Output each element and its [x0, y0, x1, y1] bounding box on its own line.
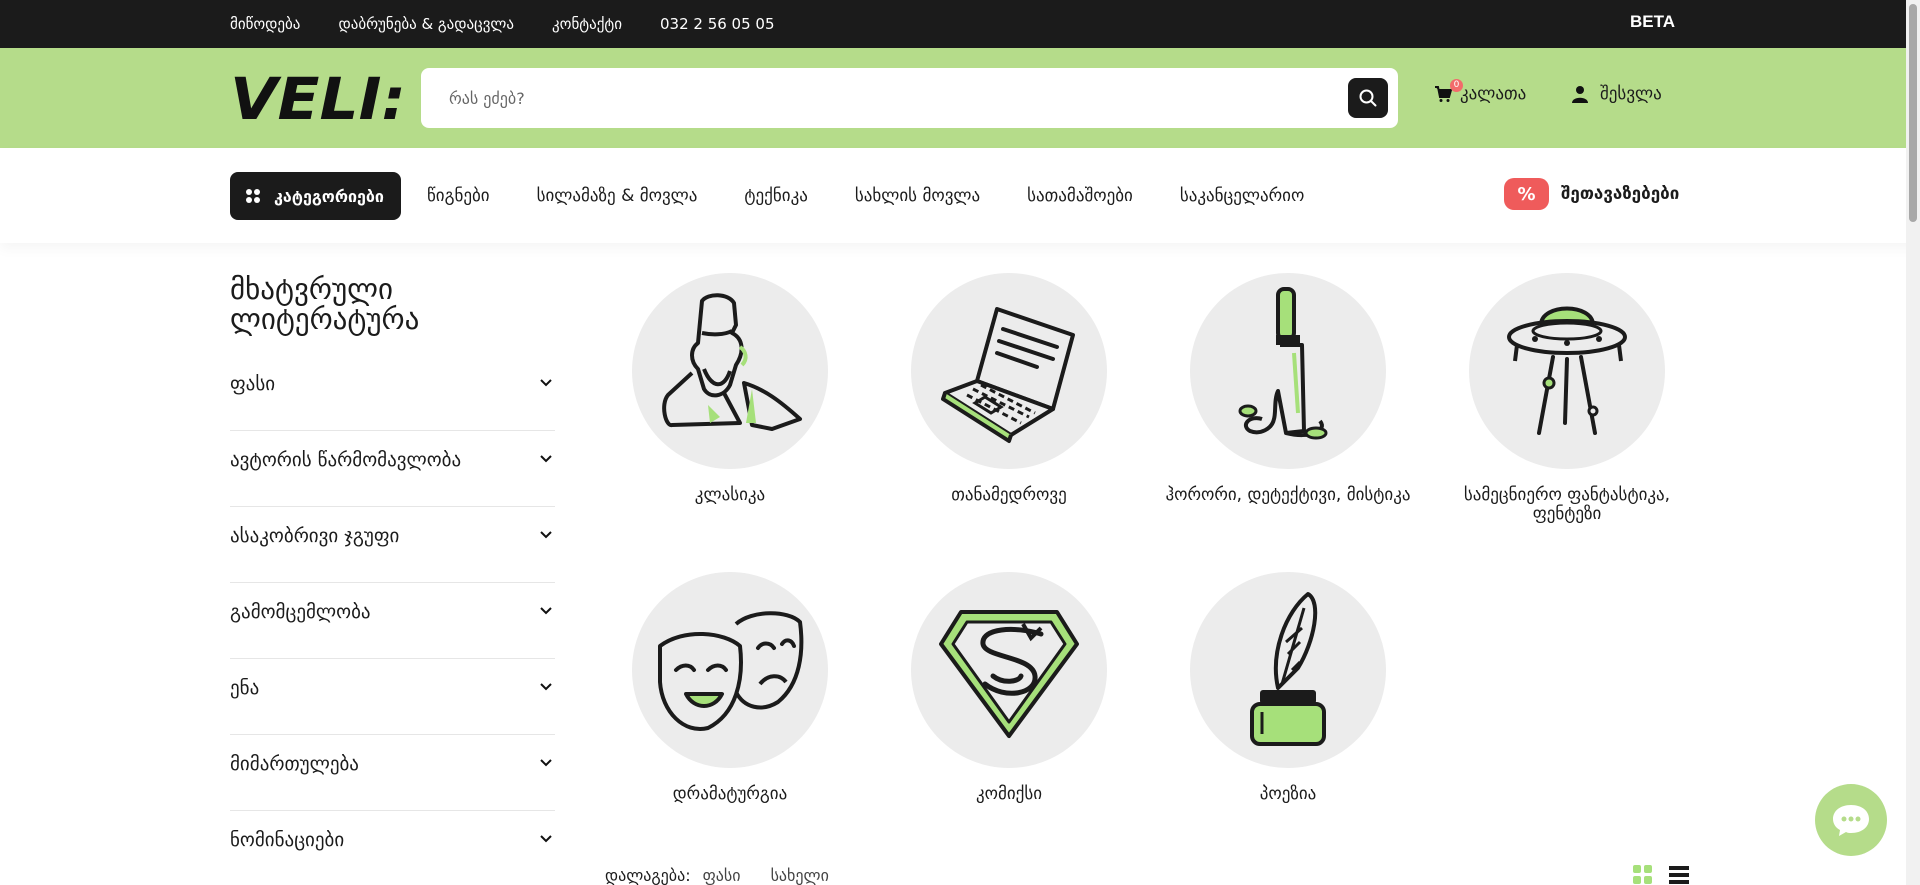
- list-view-icon[interactable]: [1669, 865, 1689, 885]
- subcategory-image: [1190, 273, 1386, 469]
- sort-option-name[interactable]: სახელი: [771, 866, 829, 885]
- subcategory-card-comics[interactable]: კომიქსი: [879, 572, 1139, 804]
- nav-item-stationery[interactable]: საკანცელარიო: [1180, 186, 1304, 206]
- subcategory-image: [1469, 273, 1665, 469]
- chevron-down-icon: [540, 759, 552, 767]
- header: VELI: 0 კალათა შესვლა: [0, 48, 1920, 148]
- subcategory-image: [1190, 572, 1386, 768]
- top-links: მიწოდება დაბრუნება & გადაცვლა კონტაქტი 0…: [230, 0, 775, 48]
- login-button[interactable]: შესვლა: [1572, 84, 1662, 104]
- subcategory-grid: კლასიკა თანამედროვე ჰორორი, დეტექტივი, მ…: [600, 273, 1720, 833]
- chevron-down-icon: [540, 379, 552, 387]
- superhero-emblem-icon: [939, 610, 1079, 738]
- chevron-down-icon: [540, 607, 552, 615]
- chevron-down-icon: [540, 683, 552, 691]
- filter-direction[interactable]: მიმართულება: [230, 735, 555, 811]
- subcategory-image: [632, 273, 828, 469]
- top-link-returns[interactable]: დაბრუნება & გადაცვლა: [338, 15, 514, 33]
- page-title: მხატვრული ლიტერატურა: [230, 274, 530, 334]
- subcategory-card-drama[interactable]: დრამატურგია: [600, 572, 860, 804]
- nav-links: წიგნები სილამაზე & მოვლა ტექნიკა სახლის …: [427, 172, 1304, 220]
- filter-price[interactable]: ფასი: [230, 355, 555, 431]
- nav-item-tech[interactable]: ტექნიკა: [744, 186, 807, 206]
- filter-author-origin[interactable]: ავტორის წარმომავლობა: [230, 431, 555, 507]
- subcategory-label: პოეზია: [1259, 784, 1317, 804]
- subcategory-label: დრამატურგია: [672, 784, 788, 804]
- login-label: შესვლა: [1600, 84, 1662, 104]
- nav-item-toys[interactable]: სათამაშოები: [1027, 186, 1133, 206]
- search-input[interactable]: [449, 68, 1329, 128]
- chevron-down-icon: [540, 835, 552, 843]
- knife-icon: [1238, 287, 1328, 440]
- cart-label: კალათა: [1460, 84, 1527, 104]
- cart-count-badge: 0: [1450, 79, 1463, 92]
- ufo-icon: [1507, 306, 1627, 435]
- subcategory-card-poetry[interactable]: პოეზია: [1158, 572, 1418, 804]
- page-title-line2: ლიტერატურა: [230, 302, 420, 336]
- grid-view-icon[interactable]: [1633, 865, 1653, 885]
- nav-item-home-care[interactable]: სახლის მოვლა: [855, 186, 980, 206]
- nav-item-beauty[interactable]: სილამაზე & მოვლა: [537, 186, 698, 206]
- categories-button[interactable]: კატეგორიები: [230, 172, 401, 220]
- subcategory-label: თანამედროვე: [951, 485, 1067, 505]
- subcategory-label: კლასიკა: [694, 485, 766, 505]
- subcategory-card-classic[interactable]: კლასიკა: [600, 273, 860, 505]
- top-link-phone[interactable]: 032 2 56 05 05: [660, 15, 775, 33]
- svg-text:VELI:: VELI:: [230, 72, 406, 124]
- percent-icon: %: [1504, 178, 1549, 210]
- search-button[interactable]: [1348, 78, 1388, 118]
- cart-icon: [1435, 86, 1452, 102]
- filter-label: მიმართულება: [230, 753, 359, 775]
- chat-button[interactable]: [1815, 784, 1887, 856]
- filter-label: ნომინაციები: [230, 829, 345, 851]
- subcategory-card-horror[interactable]: ჰორორი, დეტექტივი, მისტიკა: [1158, 273, 1418, 505]
- top-link-delivery[interactable]: მიწოდება: [230, 15, 300, 33]
- subcategory-label: ჰორორი, დეტექტივი, მისტიკა: [1165, 485, 1411, 505]
- filter-label: ფასი: [230, 373, 276, 395]
- filter-nominations[interactable]: ნომინაციები: [230, 811, 555, 885]
- subcategory-image: [911, 273, 1107, 469]
- category-nav: კატეგორიები წიგნები სილამაზე & მოვლა ტექ…: [0, 148, 1920, 243]
- sort-bar: დალაგება: ფასი სახელი: [605, 866, 829, 885]
- cart-button[interactable]: 0 კალათა: [1434, 79, 1527, 104]
- view-toggle: [1633, 865, 1689, 885]
- filter-label: ენა: [230, 677, 260, 699]
- search-box: [421, 68, 1398, 128]
- search-icon: [1359, 89, 1377, 107]
- filter-label: ავტორის წარმომავლობა: [230, 449, 462, 471]
- filter-publisher[interactable]: გამომცემლობა: [230, 583, 555, 659]
- sort-label: დალაგება:: [605, 866, 691, 885]
- subcategory-card-modern[interactable]: თანამედროვე: [879, 273, 1139, 505]
- chevron-down-icon: [540, 531, 552, 539]
- laptop-icon: [941, 307, 1075, 443]
- filter-label: ასაკობრივი ჯგუფი: [230, 525, 400, 547]
- quill-inkwell-icon: [1250, 592, 1326, 746]
- page-title-line1: მხატვრული: [230, 272, 393, 306]
- nav-item-books[interactable]: წიგნები: [427, 186, 490, 206]
- grid-dots-icon: [246, 189, 260, 203]
- filter-language[interactable]: ენა: [230, 659, 555, 735]
- beta-badge: BETA: [1629, 12, 1675, 31]
- top-bar: მიწოდება დაბრუნება & გადაცვლა კონტაქტი 0…: [0, 0, 1920, 48]
- theater-masks-icon: [658, 611, 804, 731]
- user-icon: [1572, 86, 1588, 103]
- subcategory-image: [911, 572, 1107, 768]
- subcategory-label: სამეცნიერო ფანტასტიკა, ფენტეზი: [1463, 485, 1671, 524]
- subcategory-image: [632, 572, 828, 768]
- site-logo[interactable]: VELI:: [230, 72, 408, 124]
- page-scrollbar-thumb[interactable]: [1909, 4, 1917, 222]
- filter-list: ფასი ავტორის წარმომავლობა ასაკობრივი ჯგუ…: [230, 355, 555, 885]
- classic-author-icon: [662, 293, 802, 431]
- filter-age-group[interactable]: ასაკობრივი ჯგუფი: [230, 507, 555, 583]
- subcategory-label: კომიქსი: [975, 784, 1043, 804]
- categories-button-label: კატეგორიები: [274, 186, 384, 206]
- chevron-down-icon: [540, 455, 552, 463]
- filter-label: გამომცემლობა: [230, 601, 371, 623]
- sort-option-price[interactable]: ფასი: [703, 866, 741, 885]
- offers-link[interactable]: % შეთავაზებები: [1504, 178, 1679, 210]
- offers-label: შეთავაზებები: [1561, 184, 1680, 204]
- top-link-contact[interactable]: კონტაქტი: [552, 15, 622, 33]
- chat-bubble-icon: [1833, 805, 1869, 836]
- subcategory-card-scifi[interactable]: სამეცნიერო ფანტასტიკა, ფენტეზი: [1437, 273, 1697, 524]
